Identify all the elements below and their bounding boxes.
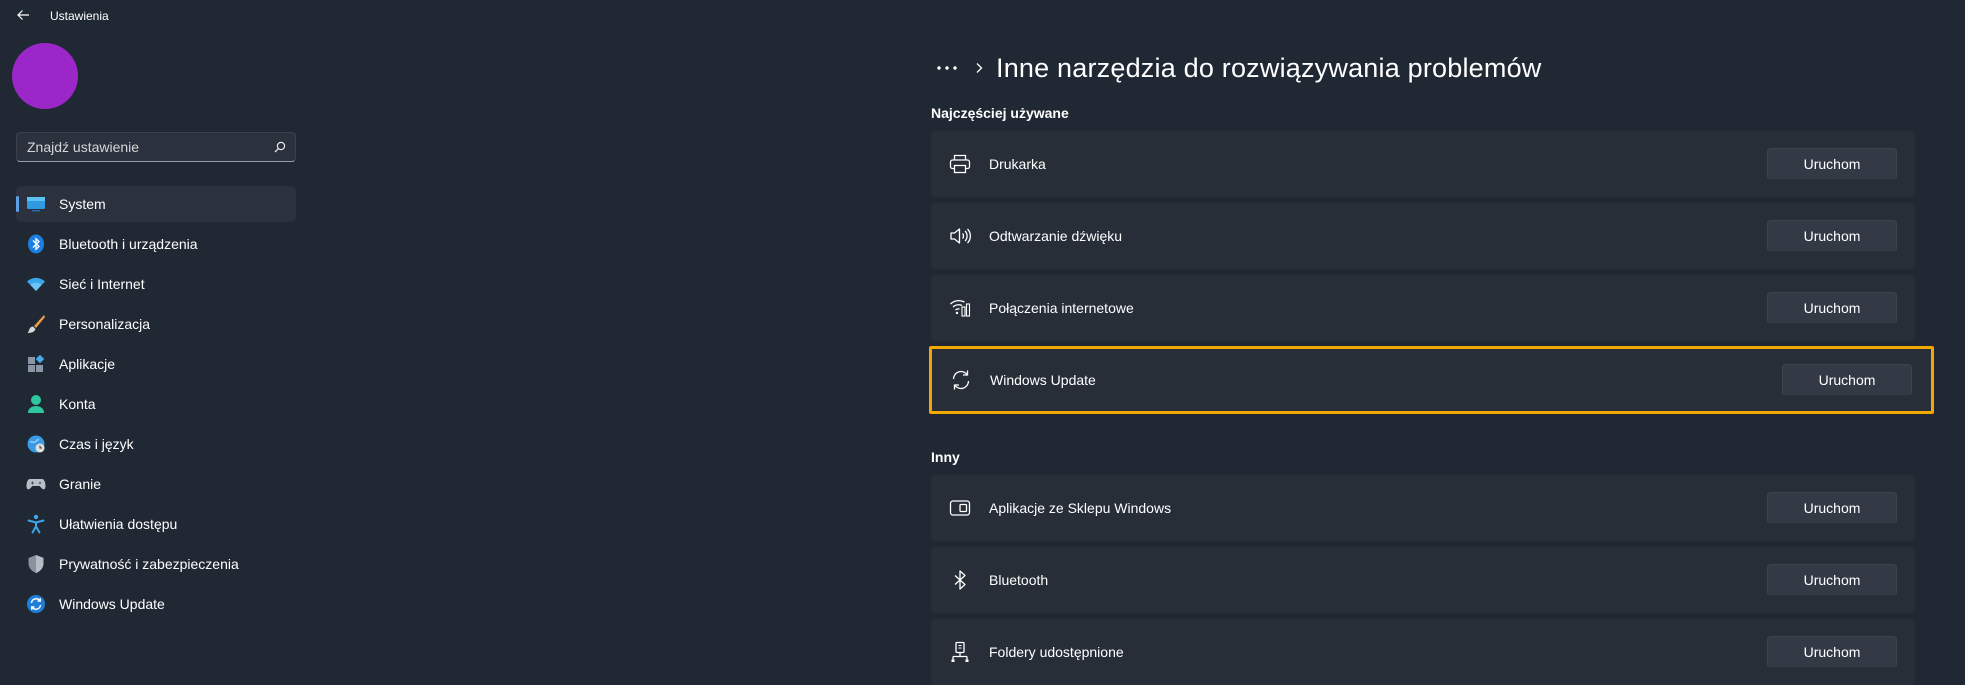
troubleshooter-bluetooth: Bluetooth Uruchom <box>931 547 1915 613</box>
sidebar-item-bluetooth[interactable]: Bluetooth i urządzenia <box>16 226 296 262</box>
sidebar-item-label: Personalizacja <box>59 316 151 332</box>
search-box[interactable] <box>16 132 296 162</box>
sidebar-item-time-language[interactable]: Czas i język <box>16 426 296 462</box>
run-shared-folders-button[interactable]: Uruchom <box>1767 636 1897 668</box>
troubleshooter-audio: Odtwarzanie dźwięku Uruchom <box>931 203 1915 269</box>
account-icon <box>25 393 47 415</box>
sidebar-item-label: Konta <box>59 396 96 412</box>
troubleshooter-label: Foldery udostępnione <box>989 644 1124 660</box>
page-title: Inne narzędzia do rozwiązywania problemó… <box>996 52 1542 83</box>
sidebar-item-label: Windows Update <box>59 596 165 612</box>
section-title-most-used: Najczęściej używane <box>931 105 1069 121</box>
troubleshooter-shared-folders: Foldery udostępnione Uruchom <box>931 619 1915 685</box>
windows-update-icon <box>25 593 47 615</box>
bluetooth-icon <box>25 233 47 255</box>
system-icon <box>25 193 47 215</box>
run-printer-button[interactable]: Uruchom <box>1767 148 1897 180</box>
run-internet-button[interactable]: Uruchom <box>1767 292 1897 324</box>
bluetooth-icon <box>947 567 973 593</box>
apps-icon <box>25 353 47 375</box>
troubleshooter-label: Odtwarzanie dźwięku <box>989 228 1123 244</box>
sidebar-item-label: Prywatność i zabezpieczenia <box>59 556 239 572</box>
time-language-icon <box>25 433 47 455</box>
troubleshooter-label: Bluetooth <box>989 572 1049 588</box>
troubleshooter-label: Połączenia internetowe <box>989 300 1134 316</box>
store-app-icon <box>947 495 973 521</box>
sidebar-item-gaming[interactable]: Granie <box>16 466 296 502</box>
section-title-other: Inny <box>931 449 960 465</box>
troubleshooter-label: Aplikacje ze Sklepu Windows <box>989 500 1172 516</box>
sidebar-item-label: Aplikacje <box>59 356 116 372</box>
sidebar-item-network[interactable]: Sieć i Internet <box>16 266 296 302</box>
sidebar-nav: System Bluetooth i urządzenia Sieć i Int… <box>16 186 296 626</box>
troubleshooter-windows-update: Windows Update Uruchom <box>929 346 1934 414</box>
sidebar-item-privacy[interactable]: Prywatność i zabezpieczenia <box>16 546 296 582</box>
sidebar-item-label: Granie <box>59 476 102 492</box>
internet-connection-icon <box>947 295 973 321</box>
sidebar-item-label: System <box>59 196 106 212</box>
run-audio-button[interactable]: Uruchom <box>1767 220 1897 252</box>
sidebar-item-label: Czas i język <box>59 436 134 452</box>
troubleshooter-internet: Połączenia internetowe Uruchom <box>931 275 1915 341</box>
sidebar-item-label: Ułatwienia dostępu <box>59 516 178 532</box>
troubleshooter-label: Drukarka <box>989 156 1046 172</box>
back-arrow-icon <box>17 10 29 20</box>
sidebar-item-system[interactable]: System <box>16 186 296 222</box>
chevron-right-icon <box>972 62 986 74</box>
speaker-icon <box>947 223 973 249</box>
sidebar-item-label: Bluetooth i urządzenia <box>59 236 198 252</box>
troubleshooter-store-apps: Aplikacje ze Sklepu Windows Uruchom <box>931 475 1915 541</box>
troubleshooter-label: Windows Update <box>990 372 1096 388</box>
run-windows-update-button[interactable]: Uruchom <box>1782 364 1912 396</box>
accessibility-icon <box>25 513 47 535</box>
brush-icon <box>25 313 47 335</box>
run-store-apps-button[interactable]: Uruchom <box>1767 492 1897 524</box>
wifi-icon <box>25 273 47 295</box>
sidebar-item-windows-update[interactable]: Windows Update <box>16 586 296 622</box>
title-bar: Ustawienia <box>0 0 600 30</box>
back-button[interactable] <box>13 6 33 24</box>
gamepad-icon <box>25 473 47 495</box>
avatar[interactable] <box>12 43 78 109</box>
printer-icon <box>947 151 973 177</box>
shared-folder-icon <box>947 639 973 665</box>
sidebar-item-personalization[interactable]: Personalizacja <box>16 306 296 342</box>
sidebar-item-label: Sieć i Internet <box>59 276 145 292</box>
troubleshooter-printer: Drukarka Uruchom <box>931 131 1915 197</box>
search-input[interactable] <box>17 133 265 161</box>
sync-icon <box>948 367 974 393</box>
sidebar-item-accounts[interactable]: Konta <box>16 386 296 422</box>
breadcrumb-more-button[interactable] <box>932 53 962 83</box>
shield-icon <box>25 553 47 575</box>
app-title: Ustawienia <box>50 9 109 23</box>
breadcrumb: Inne narzędzia do rozwiązywania problemó… <box>932 48 1541 88</box>
sidebar-item-apps[interactable]: Aplikacje <box>16 346 296 382</box>
sidebar-item-accessibility[interactable]: Ułatwienia dostępu <box>16 506 296 542</box>
search-icon[interactable] <box>265 133 295 161</box>
run-bluetooth-button[interactable]: Uruchom <box>1767 564 1897 596</box>
more-icon <box>937 66 957 70</box>
